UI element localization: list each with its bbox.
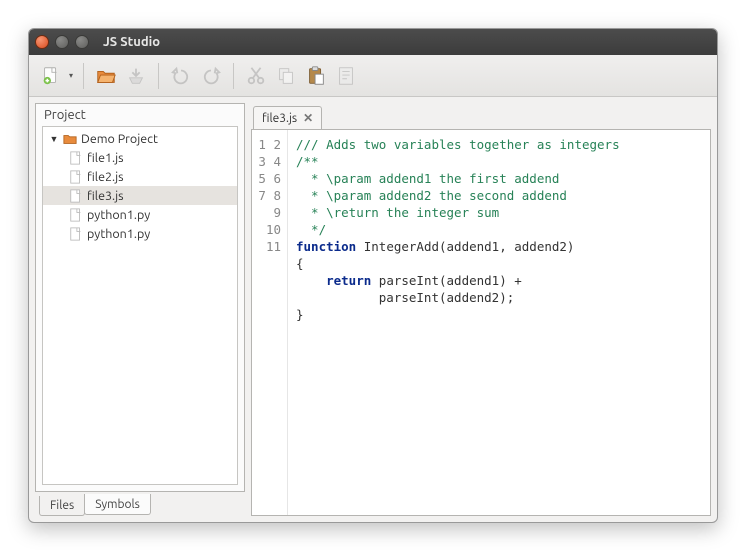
editor-tabs: file3.js ✕ (251, 103, 711, 129)
main-toolbar: ▾ (29, 55, 717, 97)
project-file-label: python1.py (87, 208, 150, 222)
save-file-button[interactable] (122, 62, 150, 90)
project-panel-title: Project (36, 104, 244, 124)
project-file[interactable]: python1.py (43, 224, 237, 243)
editor-area: file3.js ✕ 1 2 3 4 5 6 7 8 9 10 11 /// A… (251, 103, 711, 516)
panel-tabs: Files Symbols (35, 492, 245, 516)
project-panel: Project ▼ Demo Project file1.js (35, 103, 245, 516)
content-area: Project ▼ Demo Project file1.js (29, 97, 717, 522)
project-file[interactable]: python1.py (43, 205, 237, 224)
project-file-label: python1.py (87, 227, 150, 241)
project-file[interactable]: file1.js (43, 148, 237, 167)
file-icon (69, 227, 83, 241)
code-content[interactable]: /// Adds two variables together as integ… (288, 130, 710, 515)
project-file[interactable]: file2.js (43, 167, 237, 186)
file-icon (69, 170, 83, 184)
line-gutter: 1 2 3 4 5 6 7 8 9 10 11 (252, 130, 288, 515)
project-root[interactable]: ▼ Demo Project (43, 129, 237, 148)
new-file-dropdown[interactable]: ▾ (67, 71, 75, 80)
project-file-label: file3.js (87, 189, 124, 203)
window-title: JS Studio (103, 35, 160, 49)
copy-button[interactable] (272, 62, 300, 90)
file-icon (69, 151, 83, 165)
redo-button[interactable] (197, 62, 225, 90)
paste-button[interactable] (302, 62, 330, 90)
undo-button[interactable] (167, 62, 195, 90)
editor-tab[interactable]: file3.js ✕ (253, 106, 322, 129)
window-close-button[interactable] (35, 35, 49, 49)
cut-button[interactable] (242, 62, 270, 90)
project-file-label: file2.js (87, 170, 124, 184)
app-window: JS Studio ▾ (28, 28, 718, 523)
editor-tab-label: file3.js (262, 112, 297, 125)
tab-files[interactable]: Files (39, 496, 85, 516)
project-tree[interactable]: ▼ Demo Project file1.js file2.js (42, 126, 238, 485)
new-file-button[interactable] (37, 62, 65, 90)
file-icon (69, 208, 83, 222)
project-file[interactable]: file3.js (43, 186, 237, 205)
folder-icon (63, 132, 77, 146)
bookmark-button[interactable] (332, 62, 360, 90)
title-bar: JS Studio (29, 29, 717, 55)
window-maximize-button[interactable] (75, 35, 89, 49)
tab-symbols[interactable]: Symbols (84, 494, 151, 515)
close-icon[interactable]: ✕ (303, 111, 313, 125)
file-icon (69, 189, 83, 203)
open-file-button[interactable] (92, 62, 120, 90)
expand-icon[interactable]: ▼ (49, 134, 59, 144)
project-file-label: file1.js (87, 151, 124, 165)
window-minimize-button[interactable] (55, 35, 69, 49)
code-editor[interactable]: 1 2 3 4 5 6 7 8 9 10 11 /// Adds two var… (251, 129, 711, 516)
project-root-label: Demo Project (81, 132, 158, 146)
